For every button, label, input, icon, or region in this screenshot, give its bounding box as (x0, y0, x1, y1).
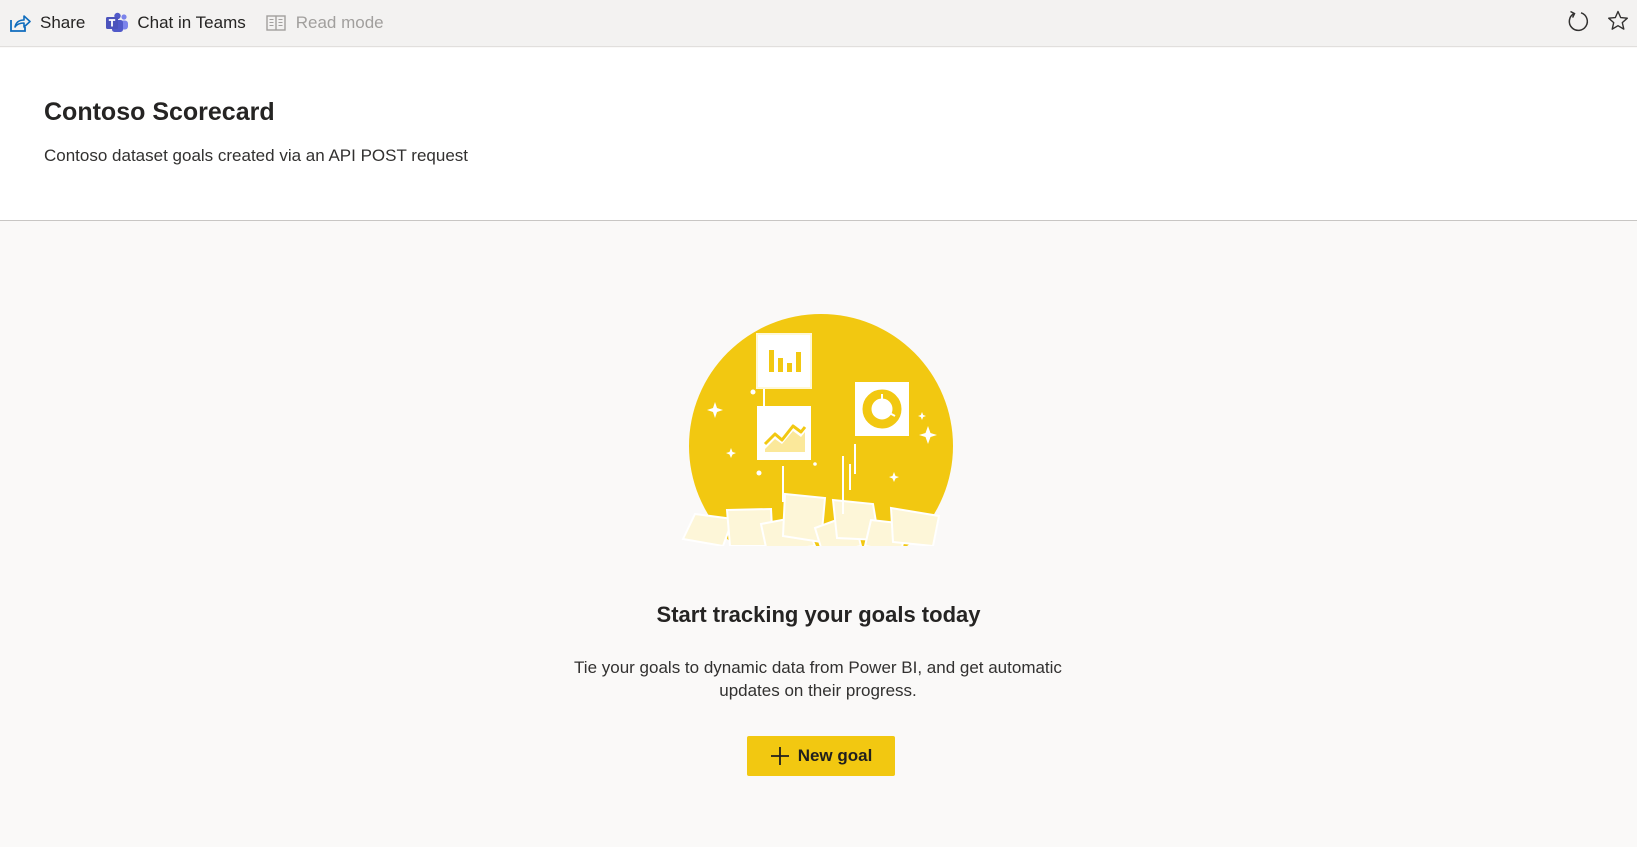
favorite-button[interactable] (1603, 9, 1633, 39)
read-mode-button[interactable]: Read mode (264, 0, 384, 47)
empty-state-heading: Start tracking your goals today (656, 602, 981, 627)
goals-illustration (675, 314, 970, 566)
new-goal-button[interactable]: New goal (747, 736, 895, 776)
teams-icon (105, 11, 129, 35)
share-icon (8, 11, 32, 35)
refresh-icon (1566, 9, 1590, 38)
chat-in-teams-button[interactable]: Chat in Teams (105, 0, 246, 47)
toolbar-right-actions (1563, 0, 1637, 47)
command-bar: Share Chat in Teams Read mode (0, 0, 1637, 47)
read-mode-icon (264, 11, 288, 35)
share-button[interactable]: Share (8, 0, 85, 47)
share-label: Share (40, 13, 86, 32)
refresh-button[interactable] (1563, 9, 1593, 39)
star-icon (1606, 9, 1630, 38)
new-goal-label: New goal (797, 746, 873, 765)
scorecard-header: Contoso Scorecard Contoso dataset goals … (0, 48, 1637, 221)
chat-in-teams-label: Chat in Teams (137, 13, 246, 32)
plus-icon (770, 746, 790, 766)
empty-state-description: Tie your goals to dynamic data from Powe… (574, 658, 1062, 700)
page-title: Contoso Scorecard (44, 98, 275, 126)
read-mode-label: Read mode (295, 13, 384, 32)
page-description: Contoso dataset goals created via an API… (44, 146, 468, 165)
empty-state: Start tracking your goals today Tie your… (0, 222, 1637, 847)
